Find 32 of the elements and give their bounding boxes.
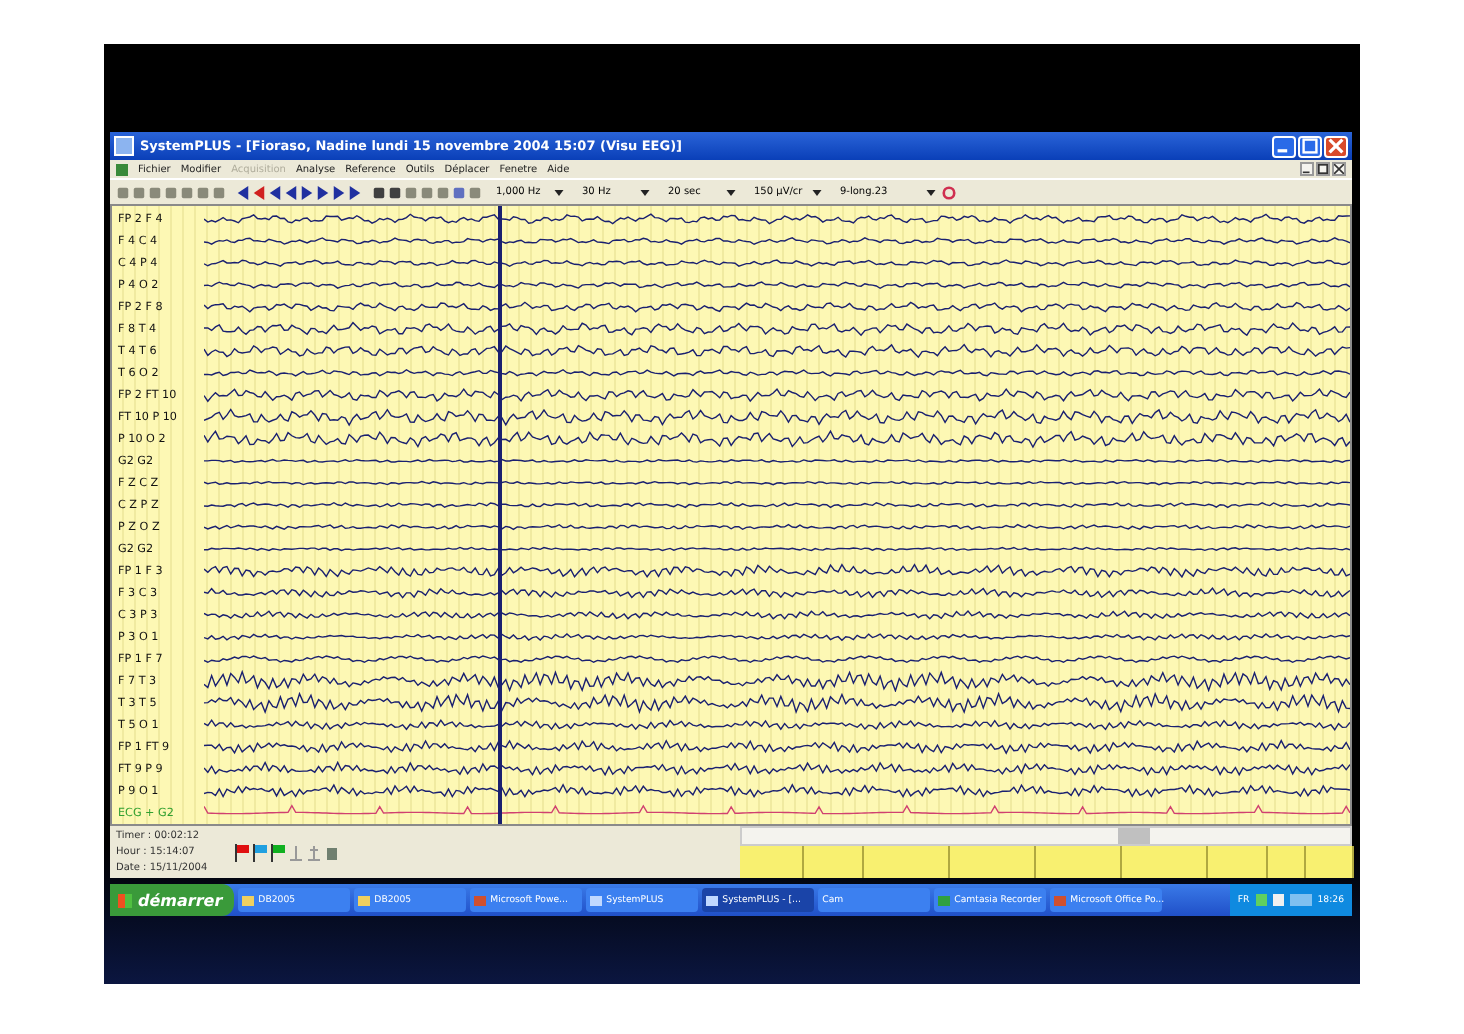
flag-icon[interactable]	[252, 843, 268, 861]
restore-button[interactable]	[1316, 162, 1330, 176]
restore-icon	[1318, 164, 1328, 174]
app-icon	[706, 895, 719, 905]
caret-icon	[554, 189, 564, 195]
minimize-button[interactable]	[1300, 162, 1314, 176]
close-icon	[1334, 164, 1344, 174]
folder-icon	[358, 895, 371, 905]
trash-icon[interactable]	[324, 843, 340, 861]
close-icon	[1328, 138, 1344, 154]
app-icon	[590, 895, 603, 905]
start-button[interactable]: démarrer	[110, 884, 235, 916]
flag-icon[interactable]	[234, 843, 250, 861]
anchor-icon[interactable]	[306, 843, 322, 861]
tray-icons-drawing[interactable]	[1255, 894, 1312, 906]
windows-logo-icon	[118, 893, 132, 907]
flag-icon[interactable]	[270, 843, 286, 861]
folder-icon	[242, 895, 255, 905]
document-icon	[116, 163, 128, 175]
caret-icon	[812, 189, 822, 195]
maximize-icon	[1302, 138, 1318, 154]
caret-icon	[926, 189, 936, 195]
recorder-icon	[938, 895, 951, 905]
presentation-icon	[1054, 895, 1067, 905]
caret-icon	[640, 189, 650, 195]
caret-icon	[726, 189, 736, 195]
scrollbar[interactable]	[740, 826, 1352, 846]
play-icon[interactable]	[300, 185, 314, 199]
maximize-button[interactable]	[1298, 135, 1322, 157]
presentation-icon	[474, 895, 487, 905]
close-button[interactable]	[1332, 162, 1346, 176]
app-icon	[114, 136, 134, 156]
